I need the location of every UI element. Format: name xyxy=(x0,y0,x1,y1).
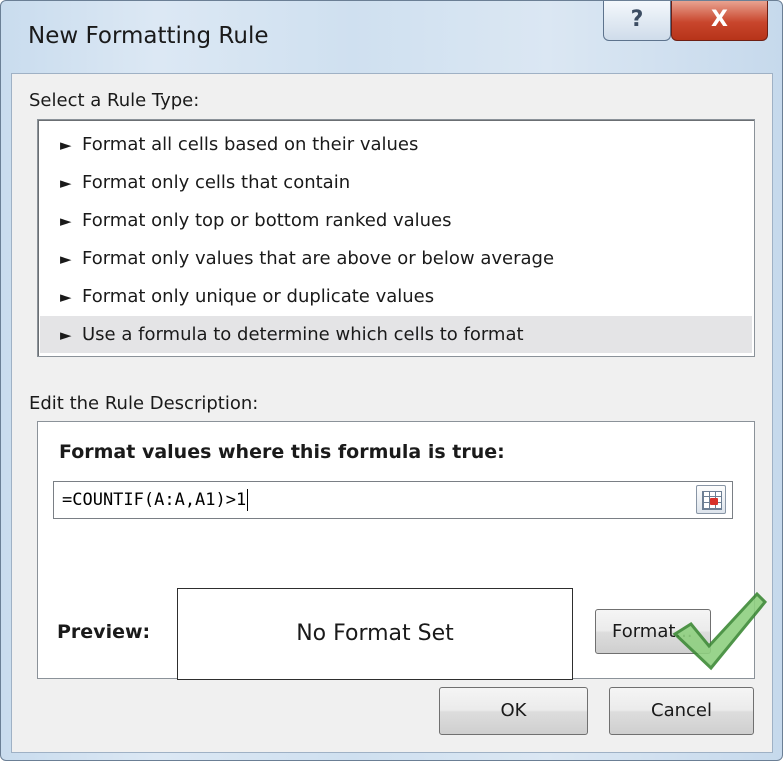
ok-button[interactable]: OK xyxy=(439,687,588,735)
preview-label: Preview: xyxy=(57,621,151,643)
rule-type-item-label: Format only cells that contain xyxy=(82,172,351,193)
formula-heading: Format values where this formula is true… xyxy=(59,441,505,463)
collapse-dialog-button[interactable] xyxy=(696,485,726,514)
rule-type-item-selected[interactable]: ► Use a formula to determine which cells … xyxy=(40,316,752,353)
help-button[interactable]: ? xyxy=(603,1,671,41)
rule-type-item[interactable]: ► Format only top or bottom ranked values xyxy=(40,202,752,239)
selection-marker-icon xyxy=(710,498,718,505)
triangle-right-icon: ► xyxy=(60,174,72,192)
rule-type-item-label: Use a formula to determine which cells t… xyxy=(82,324,524,345)
dialog-window: New Formatting Rule ? X Select a Rule Ty… xyxy=(0,0,783,761)
formula-value: =COUNTIF(A:A,A1)>1 xyxy=(62,490,247,510)
triangle-right-icon: ► xyxy=(60,212,72,230)
preview-box: No Format Set xyxy=(177,588,573,680)
triangle-right-icon: ► xyxy=(60,250,72,268)
rule-type-item[interactable]: ► Format only values that are above or be… xyxy=(40,240,752,277)
formula-input[interactable]: =COUNTIF(A:A,A1)>1 xyxy=(53,481,733,519)
rule-type-item-label: Format only top or bottom ranked values xyxy=(82,210,452,231)
triangle-right-icon: ► xyxy=(60,288,72,306)
rule-type-item-label: Format only values that are above or bel… xyxy=(82,248,555,269)
close-button[interactable]: X xyxy=(671,1,768,41)
rule-type-item[interactable]: ► Format all cells based on their values xyxy=(40,126,752,163)
rule-type-list: ► Format all cells based on their values … xyxy=(37,119,755,357)
rule-type-item[interactable]: ► Format only cells that contain xyxy=(40,164,752,201)
window-title: New Formatting Rule xyxy=(28,23,269,49)
checkmark-icon xyxy=(672,591,768,671)
rule-description-label: Edit the Rule Description: xyxy=(29,393,259,414)
rule-type-item-label: Format only unique or duplicate values xyxy=(82,286,435,307)
rule-type-item[interactable]: ► Format only unique or duplicate values xyxy=(40,278,752,315)
rule-type-item-label: Format all cells based on their values xyxy=(82,134,419,155)
title-bar[interactable]: New Formatting Rule ? X xyxy=(1,1,782,73)
text-caret xyxy=(247,489,249,511)
rule-type-label: Select a Rule Type: xyxy=(29,90,200,111)
cancel-button[interactable]: Cancel xyxy=(609,687,754,735)
triangle-right-icon: ► xyxy=(60,326,72,344)
triangle-right-icon: ► xyxy=(60,136,72,154)
